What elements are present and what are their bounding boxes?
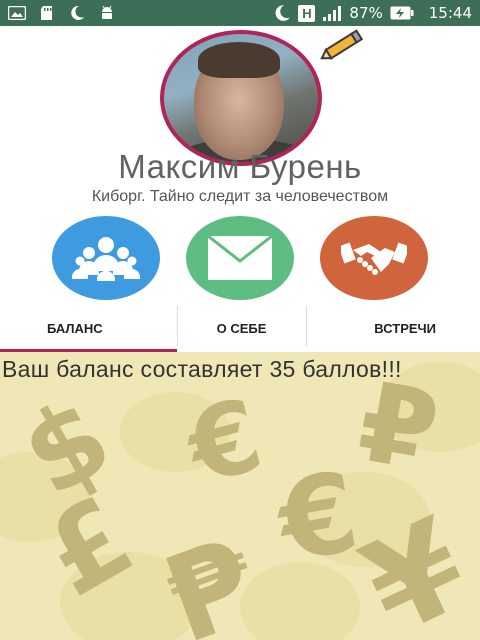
status-right: H 87% 15:44 bbox=[273, 0, 472, 26]
group-icon bbox=[72, 237, 140, 281]
moon-icon bbox=[68, 5, 86, 21]
yen-symbol: ¥ bbox=[342, 489, 480, 640]
pencil-icon[interactable] bbox=[318, 26, 368, 64]
balance-action-button[interactable] bbox=[52, 216, 160, 300]
balance-panel: $ € ₽ € £ ₱ ¥ Ваш баланс составляет 35 б… bbox=[0, 352, 480, 640]
avatar-hair bbox=[198, 42, 280, 78]
tab-about[interactable]: О СЕБЕ bbox=[176, 304, 307, 352]
mail-icon bbox=[207, 235, 273, 280]
pound-symbol: £ bbox=[23, 472, 154, 622]
tab-balance[interactable]: БАЛАНС bbox=[0, 304, 177, 352]
android-icon bbox=[98, 5, 116, 21]
profile-name: Максим Бурень bbox=[118, 148, 362, 185]
status-bar: H 87% 15:44 bbox=[0, 0, 480, 26]
tab-balance-label: БАЛАНС bbox=[47, 320, 103, 336]
ruble-symbol: ₽ bbox=[349, 357, 448, 497]
clock: 15:44 bbox=[428, 4, 472, 22]
balance-text: Ваш баланс составляет 35 баллов!!! bbox=[2, 356, 402, 382]
tab-about-label: О СЕБЕ bbox=[216, 320, 267, 336]
image-icon bbox=[8, 5, 26, 21]
profile-subtitle: Киборг. Тайно следит за человечеством bbox=[91, 188, 389, 205]
meetings-action-button[interactable] bbox=[320, 216, 428, 300]
tab-bar: БАЛАНС О СЕБЕ ВСТРЕЧИ bbox=[0, 304, 480, 352]
battery-percent: 87% bbox=[349, 4, 383, 22]
action-buttons bbox=[0, 212, 480, 302]
status-left bbox=[8, 5, 116, 21]
euro-symbol: € bbox=[175, 376, 274, 508]
tab-meetings-label: ВСТРЕЧИ bbox=[374, 320, 437, 336]
signal-icon bbox=[322, 5, 342, 21]
sd-card-icon bbox=[38, 5, 56, 21]
avatar[interactable] bbox=[160, 30, 322, 166]
moon-icon bbox=[273, 5, 291, 21]
hd-label: H bbox=[302, 5, 312, 21]
battery-charging-icon bbox=[390, 5, 414, 21]
hd-icon: H bbox=[298, 4, 316, 22]
handshake-icon bbox=[341, 242, 407, 275]
about-action-button[interactable] bbox=[186, 216, 294, 300]
profile-header: Максим Бурень Киборг. Тайно следит за че… bbox=[0, 26, 480, 212]
tab-meetings[interactable]: ВСТРЕЧИ bbox=[306, 304, 480, 352]
